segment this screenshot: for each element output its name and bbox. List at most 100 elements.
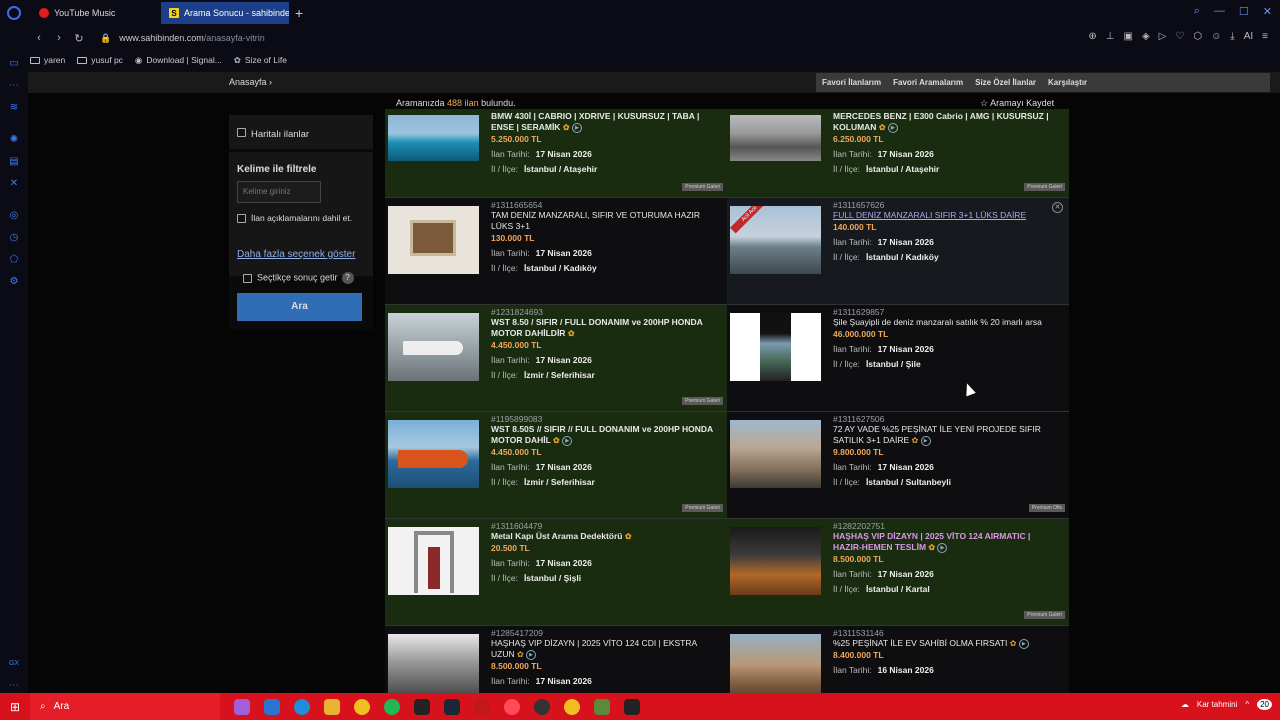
play-icon[interactable]: ▷ — [1159, 31, 1167, 42]
file-explorer-icon[interactable] — [324, 698, 340, 715]
tab-sahibinden[interactable]: S Arama Sonucu - sahibinden ✕ — [161, 2, 289, 24]
listing-title[interactable]: HAŞHAŞ VIP DİZAYN | 2025 VİTO 124 CDI | … — [491, 638, 719, 660]
tab-youtube-music[interactable]: YouTube Music — [31, 2, 159, 24]
listing-title[interactable]: BMW 430İ | CABRIO | XDRIVE | KUSURSUZ | … — [491, 111, 719, 133]
windows-start-icon[interactable]: ⊞ — [0, 700, 30, 714]
opera-gx-icon[interactable] — [504, 698, 520, 715]
more-icon[interactable]: ⋯ — [8, 680, 20, 692]
edge-icon[interactable] — [294, 698, 310, 715]
listing-title[interactable]: HAŞHAŞ VIP DİZAYN | 2025 VİTO 124 AIRMAT… — [833, 531, 1061, 553]
tray-arrow-icon[interactable]: ^ — [1245, 700, 1249, 709]
snapshot-icon[interactable]: ▣ — [1124, 31, 1133, 42]
weather-label[interactable]: Kar tahmini — [1197, 700, 1237, 709]
listing-title[interactable]: %25 PEŞİNAT İLE EV SAHİBİ OLMA FIRSATI ✿… — [833, 638, 1061, 649]
listing-thumbnail[interactable]: Acil Acil — [730, 206, 821, 274]
listing-title[interactable]: TAM DENİZ MANZARALI, SIFIR VE OTURUMA HA… — [491, 210, 719, 232]
workspaces-icon[interactable]: ▭ — [8, 58, 20, 70]
profile-icon[interactable]: ☺ — [1211, 31, 1221, 42]
listing-thumbnail[interactable] — [388, 313, 479, 381]
breadcrumb[interactable]: Anasayfa › — [229, 77, 272, 87]
heart-icon[interactable]: ♡ — [1175, 31, 1184, 42]
chrome-icon[interactable] — [354, 698, 370, 715]
listing-thumbnail[interactable] — [388, 420, 479, 488]
new-tab-button[interactable]: + — [295, 5, 303, 21]
wps-icon[interactable] — [474, 698, 490, 715]
forward-icon[interactable]: › — [54, 32, 64, 44]
github-icon[interactable] — [534, 698, 550, 715]
steam-icon[interactable] — [444, 698, 460, 715]
listing-card[interactable]: #1285417209 HAŞHAŞ VIP DİZAYN | 2025 VİT… — [385, 626, 727, 693]
listing-title[interactable]: FULL DENİZ MANZARALI SIFIR 3+1 LÜKS DAİR… — [833, 210, 1061, 221]
maximize-icon[interactable]: ☐ — [1239, 5, 1249, 18]
listing-title[interactable]: WST 8.50 / SIFIR / FULL DONANIM ve 200HP… — [491, 317, 719, 339]
pinboard-icon[interactable]: ⬠ — [8, 254, 20, 266]
history-icon[interactable]: ◷ — [8, 232, 20, 244]
help-icon[interactable]: ? — [341, 272, 354, 284]
bookmark-size-of-life[interactable]: ✿ Size of Life — [234, 55, 287, 66]
shield-icon[interactable]: ◈ — [1142, 31, 1150, 42]
extensions-icon[interactable]: ⬡ — [1193, 31, 1202, 42]
chrome-alt-icon[interactable] — [564, 698, 580, 715]
listing-title[interactable]: MERCEDES BENZ | E300 Cabrio | AMG | KUSU… — [833, 111, 1061, 133]
favorite-searches-link[interactable]: Favori Aramalarım — [887, 78, 969, 87]
dots-icon[interactable]: ⋯ — [8, 80, 20, 92]
listing-thumbnail[interactable] — [388, 206, 479, 274]
minimize-icon[interactable]: — — [1214, 5, 1225, 18]
bookmark-download-signal[interactable]: ◉ Download | Signal... — [135, 55, 222, 66]
bookmark-yaren[interactable]: yaren — [30, 55, 65, 65]
listing-thumbnail[interactable] — [730, 115, 821, 161]
listing-thumbnail[interactable] — [388, 115, 479, 161]
listing-card[interactable]: #1231824693 WST 8.50 / SIFIR / FULL DONA… — [385, 305, 727, 411]
download-icon[interactable]: ⤓ — [1230, 31, 1234, 42]
twitch-icon[interactable]: ▤ — [8, 156, 20, 168]
listing-title[interactable]: 72 AY VADE %25 PEŞİNAT İLE YENİ PROJEDE … — [833, 424, 1061, 446]
taskbar-search[interactable]: ⌕ Ara — [30, 693, 220, 720]
bookmark-yusuf-pc[interactable]: yusuf pc — [77, 55, 123, 65]
favorite-listings-link[interactable]: Favori İlanlarım — [816, 78, 887, 87]
epic-alt-icon[interactable] — [624, 698, 640, 715]
copilot-icon[interactable] — [234, 698, 250, 715]
listing-thumbnail[interactable] — [730, 313, 821, 381]
spotify-icon[interactable] — [384, 698, 400, 715]
listing-thumbnail[interactable] — [388, 634, 479, 693]
menu-icon[interactable]: ≡ — [1262, 31, 1268, 42]
listing-title[interactable]: WST 8.50S // SIFIR // FULL DONANIM ve 20… — [491, 424, 719, 446]
listing-card[interactable]: Acil Acil #1311657626 FULL DENİZ MANZARA… — [727, 198, 1069, 304]
listing-title[interactable]: Şile Şuayipli de deniz manzaralı satılık… — [833, 317, 1061, 328]
listing-card[interactable]: #1195899083 WST 8.50S // SIFIR // FULL D… — [385, 412, 727, 518]
pin-icon[interactable]: ⊥ — [1106, 31, 1115, 42]
keyword-input[interactable]: Kelime giriniz — [237, 181, 321, 203]
url-field[interactable]: www.sahibinden.com/anasayfa-vitrin — [119, 33, 265, 43]
map-checkbox[interactable] — [237, 128, 246, 138]
listing-card[interactable]: #1311629857 Şile Şuayipli de deniz manza… — [727, 305, 1069, 411]
opera-logo-icon[interactable] — [7, 6, 21, 20]
close-window-icon[interactable]: ✕ — [1263, 5, 1272, 18]
reload-icon[interactable]: ↻ — [74, 32, 84, 45]
settings-icon[interactable]: ⚙ — [8, 276, 20, 288]
listing-card[interactable]: #1311604479 Metal Kapı Üst Arama Dedektö… — [385, 519, 727, 625]
include-desc-checkbox[interactable] — [237, 214, 246, 224]
epic-games-icon[interactable] — [414, 698, 430, 715]
search-button[interactable]: Ara — [237, 293, 362, 321]
minecraft-icon[interactable] — [594, 698, 610, 715]
select-results-checkbox[interactable] — [243, 273, 252, 283]
close-icon[interactable]: ✕ — [1052, 202, 1063, 213]
more-options-link[interactable]: Daha fazla seçenek göster — [237, 249, 355, 260]
back-icon[interactable]: ‹ — [34, 32, 44, 44]
listing-card[interactable]: #1311627506 72 AY VADE %25 PEŞİNAT İLE Y… — [727, 412, 1069, 518]
save-search-button[interactable]: ☆ Aramayı Kaydet — [980, 98, 1054, 109]
listing-thumbnail[interactable] — [730, 634, 821, 693]
wifi-icon[interactable]: ≋ — [8, 102, 20, 114]
listing-card[interactable]: #1311665654 TAM DENİZ MANZARALI, SIFIR V… — [385, 198, 727, 304]
special-listings-link[interactable]: Size Özel İlanlar — [969, 78, 1042, 87]
listing-card[interactable]: #1282202751 HAŞHAŞ VIP DİZAYN | 2025 VİT… — [727, 519, 1069, 625]
listing-card[interactable]: MERCEDES BENZ | E300 Cabrio | AMG | KUSU… — [727, 109, 1069, 197]
x-icon[interactable]: ✕ — [8, 178, 20, 190]
compare-link[interactable]: Karşılaştır — [1042, 78, 1093, 87]
listing-thumbnail[interactable] — [388, 527, 479, 595]
ai-icon[interactable]: AI — [1244, 31, 1253, 42]
aria-icon[interactable]: ✺ — [8, 134, 20, 146]
zoom-icon[interactable]: ⊕ — [1088, 31, 1096, 42]
listing-card[interactable]: #1311531146 %25 PEŞİNAT İLE EV SAHİBİ OL… — [727, 626, 1069, 693]
outlook-icon[interactable] — [264, 698, 280, 715]
